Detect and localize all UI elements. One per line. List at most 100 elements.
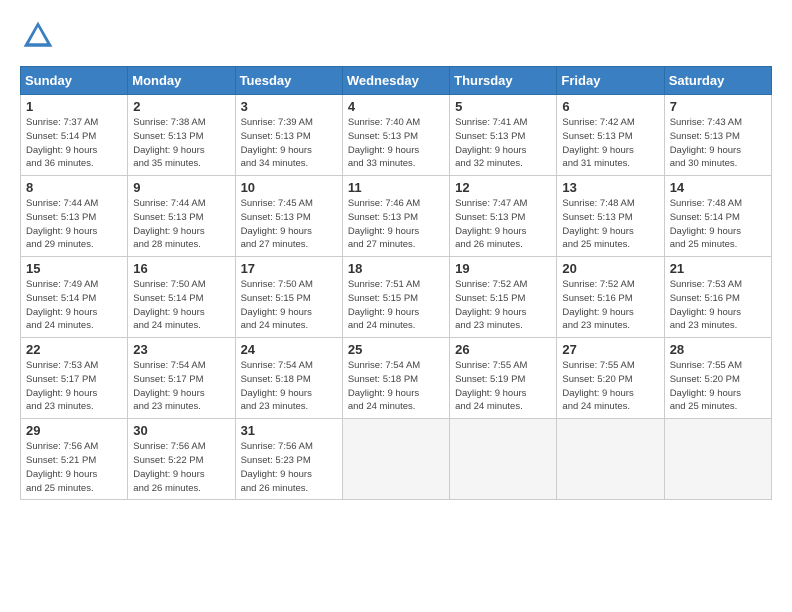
calendar-cell: 7 Sunrise: 7:43 AM Sunset: 5:13 PM Daylig… (664, 95, 771, 176)
day-info: Sunrise: 7:52 AM Sunset: 5:15 PM Dayligh… (455, 278, 551, 333)
calendar-week-row: 15 Sunrise: 7:49 AM Sunset: 5:14 PM Dayli… (21, 257, 772, 338)
logo (20, 18, 62, 54)
day-number: 27 (562, 342, 658, 357)
day-info: Sunrise: 7:55 AM Sunset: 5:20 PM Dayligh… (562, 359, 658, 414)
day-number: 17 (241, 261, 337, 276)
day-info: Sunrise: 7:52 AM Sunset: 5:16 PM Dayligh… (562, 278, 658, 333)
calendar-header-row: SundayMondayTuesdayWednesdayThursdayFrid… (21, 67, 772, 95)
day-number: 30 (133, 423, 229, 438)
calendar-cell: 6 Sunrise: 7:42 AM Sunset: 5:13 PM Daylig… (557, 95, 664, 176)
day-info: Sunrise: 7:54 AM Sunset: 5:18 PM Dayligh… (241, 359, 337, 414)
day-number: 16 (133, 261, 229, 276)
day-number: 29 (26, 423, 122, 438)
day-number: 21 (670, 261, 766, 276)
day-number: 1 (26, 99, 122, 114)
calendar-cell: 18 Sunrise: 7:51 AM Sunset: 5:15 PM Dayli… (342, 257, 449, 338)
day-info: Sunrise: 7:54 AM Sunset: 5:18 PM Dayligh… (348, 359, 444, 414)
day-info: Sunrise: 7:50 AM Sunset: 5:15 PM Dayligh… (241, 278, 337, 333)
day-number: 10 (241, 180, 337, 195)
day-info: Sunrise: 7:49 AM Sunset: 5:14 PM Dayligh… (26, 278, 122, 333)
day-info: Sunrise: 7:37 AM Sunset: 5:14 PM Dayligh… (26, 116, 122, 171)
calendar-cell: 16 Sunrise: 7:50 AM Sunset: 5:14 PM Dayli… (128, 257, 235, 338)
calendar-cell: 23Sunrise: 7:54 AM Sunset: 5:17 PM Dayli… (128, 338, 235, 419)
calendar-cell: 9Sunrise: 7:44 AM Sunset: 5:13 PM Daylig… (128, 176, 235, 257)
calendar-cell: 8 Sunrise: 7:44 AM Sunset: 5:13 PM Daylig… (21, 176, 128, 257)
calendar-cell: 24 Sunrise: 7:54 AM Sunset: 5:18 PM Dayli… (235, 338, 342, 419)
calendar-cell (342, 419, 449, 500)
day-info: Sunrise: 7:55 AM Sunset: 5:20 PM Dayligh… (670, 359, 766, 414)
day-number: 18 (348, 261, 444, 276)
calendar-cell: 5 Sunrise: 7:41 AM Sunset: 5:13 PM Daylig… (450, 95, 557, 176)
calendar-table: SundayMondayTuesdayWednesdayThursdayFrid… (20, 66, 772, 500)
day-info: Sunrise: 7:51 AM Sunset: 5:15 PM Dayligh… (348, 278, 444, 333)
day-info: Sunrise: 7:39 AM Sunset: 5:13 PM Dayligh… (241, 116, 337, 171)
day-number: 5 (455, 99, 551, 114)
calendar-cell: 2 Sunrise: 7:38 AM Sunset: 5:13 PM Daylig… (128, 95, 235, 176)
calendar-cell: 4 Sunrise: 7:40 AM Sunset: 5:13 PM Daylig… (342, 95, 449, 176)
day-info: Sunrise: 7:45 AM Sunset: 5:13 PM Dayligh… (241, 197, 337, 252)
day-number: 8 (26, 180, 122, 195)
calendar-week-row: 1 Sunrise: 7:37 AM Sunset: 5:14 PM Daylig… (21, 95, 772, 176)
day-number: 6 (562, 99, 658, 114)
day-number: 22 (26, 342, 122, 357)
calendar-cell: 14Sunrise: 7:48 AM Sunset: 5:14 PM Dayli… (664, 176, 771, 257)
day-info: Sunrise: 7:47 AM Sunset: 5:13 PM Dayligh… (455, 197, 551, 252)
day-info: Sunrise: 7:50 AM Sunset: 5:14 PM Dayligh… (133, 278, 229, 333)
day-info: Sunrise: 7:56 AM Sunset: 5:22 PM Dayligh… (133, 440, 229, 495)
day-number: 25 (348, 342, 444, 357)
calendar-cell: 25 Sunrise: 7:54 AM Sunset: 5:18 PM Dayli… (342, 338, 449, 419)
day-info: Sunrise: 7:44 AM Sunset: 5:13 PM Dayligh… (133, 197, 229, 252)
day-number: 24 (241, 342, 337, 357)
day-info: Sunrise: 7:43 AM Sunset: 5:13 PM Dayligh… (670, 116, 766, 171)
calendar-week-row: 22Sunrise: 7:53 AM Sunset: 5:17 PM Dayli… (21, 338, 772, 419)
calendar-cell: 21 Sunrise: 7:53 AM Sunset: 5:16 PM Dayli… (664, 257, 771, 338)
day-info: Sunrise: 7:38 AM Sunset: 5:13 PM Dayligh… (133, 116, 229, 171)
day-info: Sunrise: 7:41 AM Sunset: 5:13 PM Dayligh… (455, 116, 551, 171)
calendar-cell: 12 Sunrise: 7:47 AM Sunset: 5:13 PM Dayli… (450, 176, 557, 257)
day-info: Sunrise: 7:53 AM Sunset: 5:16 PM Dayligh… (670, 278, 766, 333)
day-info: Sunrise: 7:42 AM Sunset: 5:13 PM Dayligh… (562, 116, 658, 171)
day-number: 15 (26, 261, 122, 276)
calendar-cell (664, 419, 771, 500)
calendar-cell: 13 Sunrise: 7:48 AM Sunset: 5:13 PM Dayli… (557, 176, 664, 257)
day-info: Sunrise: 7:55 AM Sunset: 5:19 PM Dayligh… (455, 359, 551, 414)
day-info: Sunrise: 7:40 AM Sunset: 5:13 PM Dayligh… (348, 116, 444, 171)
col-header-saturday: Saturday (664, 67, 771, 95)
day-number: 23 (133, 342, 229, 357)
calendar-cell: 11Sunrise: 7:46 AM Sunset: 5:13 PM Dayli… (342, 176, 449, 257)
calendar-cell: 10 Sunrise: 7:45 AM Sunset: 5:13 PM Dayli… (235, 176, 342, 257)
calendar-cell: 22Sunrise: 7:53 AM Sunset: 5:17 PM Dayli… (21, 338, 128, 419)
calendar-cell: 3Sunrise: 7:39 AM Sunset: 5:13 PM Daylig… (235, 95, 342, 176)
calendar-cell: 19 Sunrise: 7:52 AM Sunset: 5:15 PM Dayli… (450, 257, 557, 338)
day-number: 12 (455, 180, 551, 195)
calendar-week-row: 8 Sunrise: 7:44 AM Sunset: 5:13 PM Daylig… (21, 176, 772, 257)
day-number: 4 (348, 99, 444, 114)
calendar-cell: 27 Sunrise: 7:55 AM Sunset: 5:20 PM Dayli… (557, 338, 664, 419)
calendar-cell: 26 Sunrise: 7:55 AM Sunset: 5:19 PM Dayli… (450, 338, 557, 419)
calendar-cell: 20 Sunrise: 7:52 AM Sunset: 5:16 PM Dayli… (557, 257, 664, 338)
day-number: 26 (455, 342, 551, 357)
calendar-cell (557, 419, 664, 500)
calendar-cell: 1 Sunrise: 7:37 AM Sunset: 5:14 PM Daylig… (21, 95, 128, 176)
day-number: 19 (455, 261, 551, 276)
day-number: 31 (241, 423, 337, 438)
logo-icon (20, 18, 56, 54)
day-info: Sunrise: 7:44 AM Sunset: 5:13 PM Dayligh… (26, 197, 122, 252)
calendar-cell: 29 Sunrise: 7:56 AM Sunset: 5:21 PM Dayli… (21, 419, 128, 500)
col-header-wednesday: Wednesday (342, 67, 449, 95)
day-number: 13 (562, 180, 658, 195)
calendar-cell: 28Sunrise: 7:55 AM Sunset: 5:20 PM Dayli… (664, 338, 771, 419)
day-info: Sunrise: 7:48 AM Sunset: 5:13 PM Dayligh… (562, 197, 658, 252)
day-info: Sunrise: 7:46 AM Sunset: 5:13 PM Dayligh… (348, 197, 444, 252)
col-header-monday: Monday (128, 67, 235, 95)
col-header-tuesday: Tuesday (235, 67, 342, 95)
day-number: 2 (133, 99, 229, 114)
col-header-sunday: Sunday (21, 67, 128, 95)
calendar-week-row: 29 Sunrise: 7:56 AM Sunset: 5:21 PM Dayli… (21, 419, 772, 500)
day-number: 7 (670, 99, 766, 114)
day-info: Sunrise: 7:48 AM Sunset: 5:14 PM Dayligh… (670, 197, 766, 252)
calendar-cell: 17 Sunrise: 7:50 AM Sunset: 5:15 PM Dayli… (235, 257, 342, 338)
day-number: 20 (562, 261, 658, 276)
day-info: Sunrise: 7:56 AM Sunset: 5:21 PM Dayligh… (26, 440, 122, 495)
page-container: SundayMondayTuesdayWednesdayThursdayFrid… (0, 0, 792, 510)
